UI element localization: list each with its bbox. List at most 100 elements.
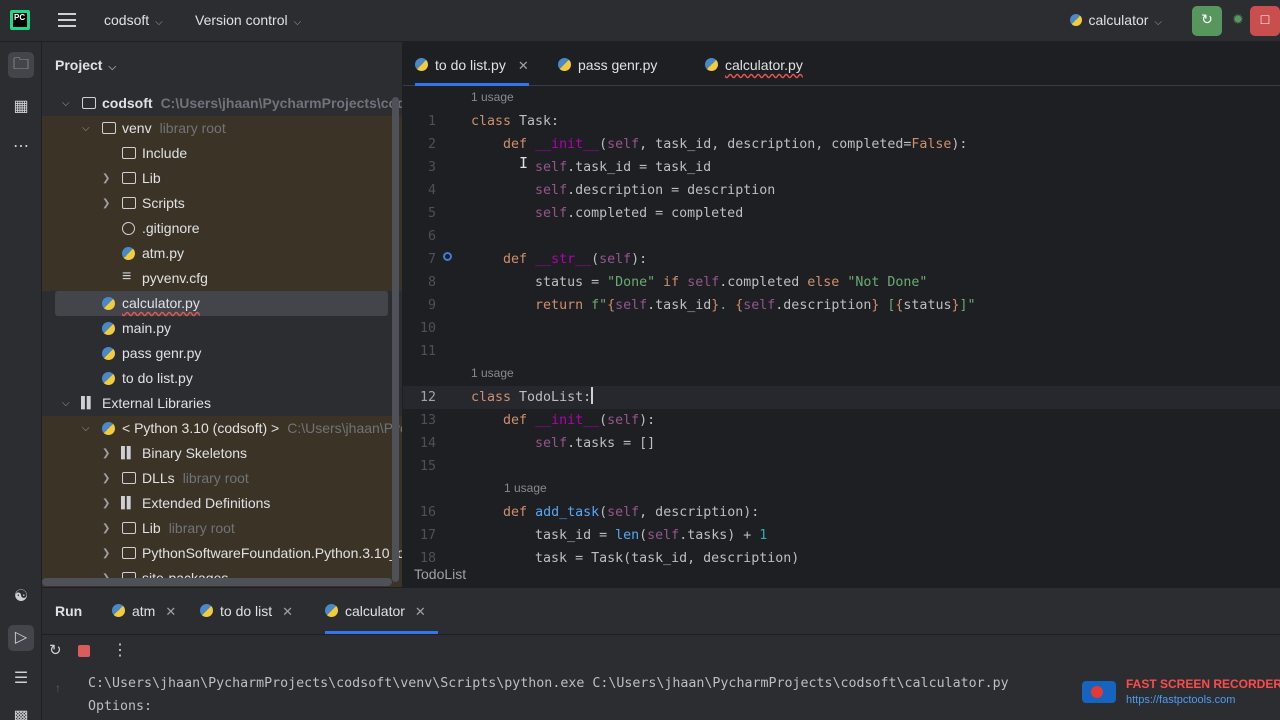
project-hscrollbar[interactable] (42, 578, 392, 586)
line-number[interactable]: 15 (403, 455, 436, 478)
chevron-down-icon[interactable]: ⌵ (62, 391, 70, 416)
tree-item[interactable]: atm.py (42, 241, 402, 266)
code-line[interactable]: 12 class TodoList: (403, 386, 1280, 409)
stop-button[interactable]: □ (1250, 6, 1280, 36)
line-number[interactable]: 8 (403, 271, 436, 294)
code-line[interactable]: 17 task_id = len(self.tasks) + 1 (403, 524, 1280, 547)
main-menu-icon[interactable] (58, 13, 76, 27)
code-line[interactable]: 7 def __str__(self): (403, 248, 1280, 271)
rerun-icon[interactable]: ↻ (49, 641, 62, 659)
tree-item[interactable]: ❯ Lib (42, 166, 402, 191)
tree-item[interactable]: ❯ DLLs library root (42, 466, 402, 491)
usage-hint[interactable]: 1 usage (504, 481, 547, 495)
close-icon[interactable]: ✕ (415, 604, 426, 619)
run-config-selector[interactable]: calculator ⌵ (1070, 12, 1162, 28)
tree-item[interactable]: calculator.py (55, 291, 388, 316)
tree-item[interactable]: ❯ Binary Skeletons (42, 441, 402, 466)
code-line[interactable]: 5 self.completed = completed (403, 202, 1280, 225)
run-tab[interactable]: to do list ✕ (200, 588, 293, 634)
project-tool-icon[interactable]: 🗀 (8, 52, 34, 78)
code-line[interactable]: 18 task = Task(task_id, description) (403, 547, 1280, 570)
tree-item[interactable]: ⌵ venv library root (42, 116, 402, 141)
tree-item[interactable]: ⌵ codsoft C:\Users\jhaan\PycharmProjects\c… (42, 91, 402, 116)
code-line[interactable]: 10 (403, 317, 1280, 340)
close-icon[interactable]: ✕ (165, 604, 176, 619)
run-tab[interactable]: atm ✕ (112, 588, 176, 634)
usage-hint[interactable]: 1 usage (471, 90, 514, 104)
more-options-icon[interactable]: ⋮ (112, 640, 128, 660)
chevron-right-icon[interactable]: ❯ (102, 541, 110, 566)
code-line[interactable]: 11 (403, 340, 1280, 363)
code-line[interactable]: 3 self.task_id = task_id (403, 156, 1280, 179)
tree-item[interactable]: ❯ PythonSoftwareFoundation.Python.3.10_qb… (42, 541, 402, 566)
chevron-right-icon[interactable]: ❯ (102, 441, 110, 466)
tree-item[interactable]: ❯ Scripts (42, 191, 402, 216)
project-panel-title[interactable]: Project ⌵ (55, 57, 116, 73)
tree-item[interactable]: ⌵ < Python 3.10 (codsoft) > C:\Users\jhaan… (42, 416, 402, 441)
editor-tab[interactable]: to do list.py ✕ (415, 42, 529, 86)
line-number[interactable]: 1 (403, 110, 436, 133)
code-line[interactable]: 14 self.tasks = [] (403, 432, 1280, 455)
line-number[interactable]: 9 (403, 294, 436, 317)
line-number[interactable]: 17 (403, 524, 436, 547)
line-number[interactable]: 6 (403, 225, 436, 248)
code-area[interactable]: 1 usage 1 class Task: 2 def __init__(self, … (403, 86, 1280, 566)
breadcrumb[interactable]: TodoList (414, 566, 466, 582)
chevron-right-icon[interactable]: ❯ (102, 191, 110, 216)
line-number[interactable]: 4 (403, 179, 436, 202)
line-number[interactable]: 12 (403, 386, 436, 409)
line-number[interactable]: 5 (403, 202, 436, 225)
project-scrollbar[interactable] (392, 97, 399, 582)
scroll-up-icon[interactable]: ↑ (55, 681, 61, 695)
usage-hint[interactable]: 1 usage (471, 366, 514, 380)
editor-tab[interactable]: calculator.py (705, 42, 803, 86)
code-line[interactable]: 15 (403, 455, 1280, 478)
line-number[interactable]: 10 (403, 317, 436, 340)
code-line[interactable]: 8 status = "Done" if self.completed else… (403, 271, 1280, 294)
line-number[interactable]: 3 (403, 156, 436, 179)
code-line[interactable]: 4 self.description = description (403, 179, 1280, 202)
layers-icon[interactable]: ☰ (8, 666, 34, 692)
code-line[interactable]: 6 (403, 225, 1280, 248)
tree-item[interactable]: ⌵ External Libraries (42, 391, 402, 416)
console-output[interactable]: C:\Users\jhaan\PycharmProjects\codsoft\v… (88, 672, 1009, 718)
line-number[interactable]: 14 (403, 432, 436, 455)
line-number[interactable]: 2 (403, 133, 436, 156)
tree-item[interactable]: Include (42, 141, 402, 166)
more-tools-icon[interactable]: ⋯ (8, 134, 34, 160)
line-number[interactable]: 7 (403, 248, 436, 271)
pycharm-logo-icon[interactable]: PC (10, 10, 30, 30)
code-line[interactable]: 2 def __init__(self, task_id, descriptio… (403, 133, 1280, 156)
project-selector[interactable]: codsoft ⌵ (104, 12, 163, 28)
tree-item[interactable]: ❯ Extended Definitions (42, 491, 402, 516)
chevron-right-icon[interactable]: ❯ (102, 516, 110, 541)
structure-tool-icon[interactable]: ▦ (8, 94, 34, 120)
run-tab[interactable]: calculator ✕ (325, 588, 438, 634)
code-line[interactable]: 1 class Task: (403, 110, 1280, 133)
stop-icon[interactable] (78, 645, 90, 657)
chevron-right-icon[interactable]: ❯ (102, 491, 110, 516)
override-gutter-icon[interactable] (443, 252, 452, 261)
chevron-down-icon[interactable]: ⌵ (62, 91, 70, 116)
debug-button[interactable]: ✹ (1226, 6, 1250, 36)
code-line[interactable]: 16 def add_task(self, description): (403, 501, 1280, 524)
tree-item[interactable]: pyvenv.cfg (42, 264, 402, 291)
vcs-selector[interactable]: Version control ⌵ (195, 12, 301, 28)
chevron-right-icon[interactable]: ❯ (102, 466, 110, 491)
terminal-icon[interactable]: ▩ (8, 704, 34, 720)
line-number[interactable]: 16 (403, 501, 436, 524)
line-number[interactable]: 13 (403, 409, 436, 432)
chevron-down-icon[interactable]: ⌵ (82, 416, 90, 441)
tree-item[interactable]: ❯ Lib library root (42, 516, 402, 541)
chevron-down-icon[interactable]: ⌵ (82, 116, 90, 141)
tree-item[interactable]: .gitignore (42, 216, 402, 241)
line-number[interactable]: 11 (403, 340, 436, 363)
chevron-right-icon[interactable]: ❯ (102, 166, 110, 191)
tree-item[interactable]: to do list.py (42, 366, 402, 391)
tree-item[interactable]: main.py (42, 316, 402, 341)
tree-item[interactable]: pass genr.py (42, 341, 402, 366)
close-icon[interactable]: ✕ (518, 58, 529, 73)
code-line[interactable]: 13 def __init__(self): (403, 409, 1280, 432)
close-icon[interactable]: ✕ (282, 604, 293, 619)
rerun-button[interactable]: ↻ (1192, 6, 1222, 36)
